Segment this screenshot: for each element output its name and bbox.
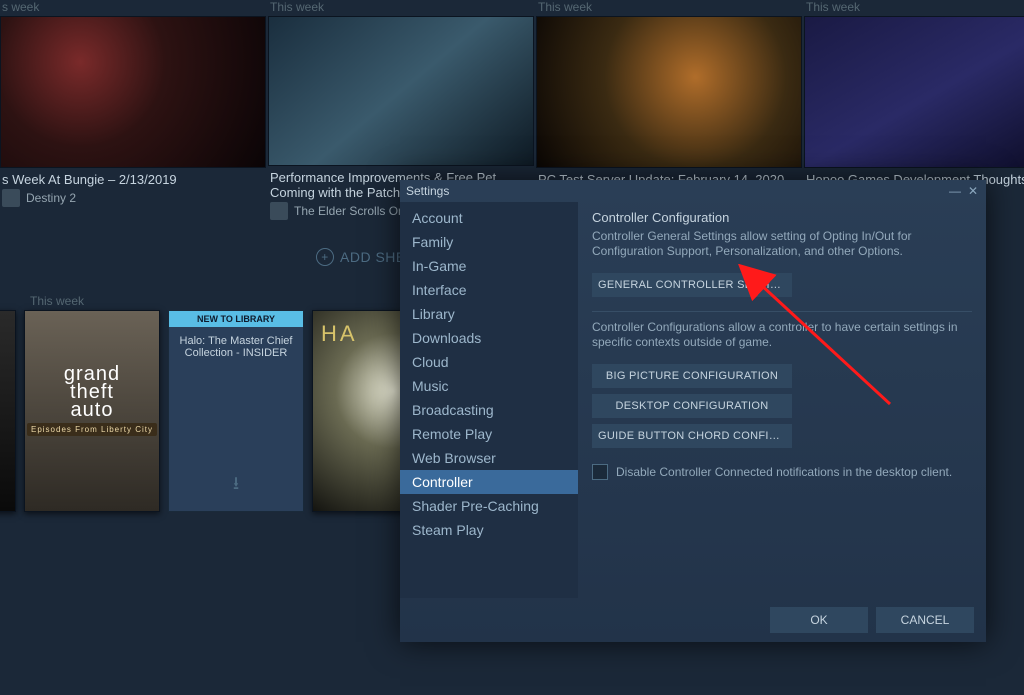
game-icon bbox=[2, 189, 20, 207]
nav-item-remote-play[interactable]: Remote Play bbox=[400, 422, 578, 446]
nav-item-broadcasting[interactable]: Broadcasting bbox=[400, 398, 578, 422]
desktop-config-button[interactable]: DESKTOP CONFIGURATION bbox=[592, 394, 792, 418]
guide-button-config-button[interactable]: GUIDE BUTTON CHORD CONFIGURATI... bbox=[592, 424, 792, 448]
news-title: s Week At Bungie – 2/13/2019 bbox=[0, 168, 264, 187]
plus-icon: + bbox=[316, 248, 334, 266]
nav-item-web-browser[interactable]: Web Browser bbox=[400, 446, 578, 470]
section-heading: Controller Configuration bbox=[592, 210, 972, 225]
section-description: Controller General Settings allow settin… bbox=[592, 229, 972, 259]
disable-notifications-checkbox[interactable] bbox=[592, 464, 608, 480]
news-time: This week bbox=[268, 0, 532, 16]
news-time: This week bbox=[536, 0, 800, 16]
news-thumb bbox=[536, 16, 802, 168]
nav-item-shader-pre-caching[interactable]: Shader Pre-Caching bbox=[400, 494, 578, 518]
settings-titlebar[interactable]: Settings — ✕ bbox=[400, 180, 986, 202]
settings-content: Controller Configuration Controller Gene… bbox=[578, 202, 986, 598]
news-time: This week bbox=[804, 0, 1024, 16]
library-download-tile[interactable]: NEW TO LIBRARY Halo: The Master Chief Co… bbox=[168, 310, 304, 512]
nav-item-steam-play[interactable]: Steam Play bbox=[400, 518, 578, 542]
game-cover-gta[interactable]: grand theft auto Episodes From Liberty C… bbox=[24, 310, 160, 512]
game-logo: HA bbox=[321, 321, 358, 347]
shelf-heading: This week bbox=[30, 294, 84, 308]
close-icon[interactable]: ✕ bbox=[966, 184, 980, 198]
game-cover[interactable] bbox=[0, 310, 16, 512]
nav-item-controller[interactable]: Controller bbox=[400, 470, 578, 494]
game-icon bbox=[270, 202, 288, 220]
cancel-button[interactable]: CANCEL bbox=[876, 607, 974, 633]
news-thumb bbox=[0, 16, 266, 168]
library-tile-title: Halo: The Master Chief Collection - INSI… bbox=[177, 335, 295, 359]
news-time: s week bbox=[0, 0, 264, 16]
new-to-library-badge: NEW TO LIBRARY bbox=[169, 311, 303, 327]
divider bbox=[592, 311, 972, 312]
nav-item-interface[interactable]: Interface bbox=[400, 278, 578, 302]
nav-item-cloud[interactable]: Cloud bbox=[400, 350, 578, 374]
general-controller-settings-button[interactable]: GENERAL CONTROLLER SETTINGS bbox=[592, 273, 792, 297]
checkbox-label: Disable Controller Connected notificatio… bbox=[616, 465, 952, 479]
nav-item-library[interactable]: Library bbox=[400, 302, 578, 326]
settings-nav: AccountFamilyIn-GameInterfaceLibraryDown… bbox=[400, 202, 578, 598]
nav-item-account[interactable]: Account bbox=[400, 206, 578, 230]
minimize-icon[interactable]: — bbox=[948, 184, 962, 198]
nav-item-music[interactable]: Music bbox=[400, 374, 578, 398]
nav-item-downloads[interactable]: Downloads bbox=[400, 326, 578, 350]
settings-window: Settings — ✕ AccountFamilyIn-GameInterfa… bbox=[400, 180, 986, 642]
big-picture-config-button[interactable]: BIG PICTURE CONFIGURATION bbox=[592, 364, 792, 388]
game-logo: grand theft auto Episodes From Liberty C… bbox=[25, 365, 159, 437]
news-card-1[interactable]: s week s Week At Bungie – 2/13/2019 Dest… bbox=[0, 0, 264, 220]
section-description: Controller Configurations allow a contro… bbox=[592, 320, 972, 350]
settings-title: Settings bbox=[406, 184, 449, 198]
download-icon: ⭳ bbox=[169, 471, 303, 501]
nav-item-in-game[interactable]: In-Game bbox=[400, 254, 578, 278]
ok-button[interactable]: OK bbox=[770, 607, 868, 633]
nav-item-family[interactable]: Family bbox=[400, 230, 578, 254]
news-thumb bbox=[268, 16, 534, 166]
news-thumb bbox=[804, 16, 1024, 168]
news-source: Destiny 2 bbox=[0, 187, 264, 207]
